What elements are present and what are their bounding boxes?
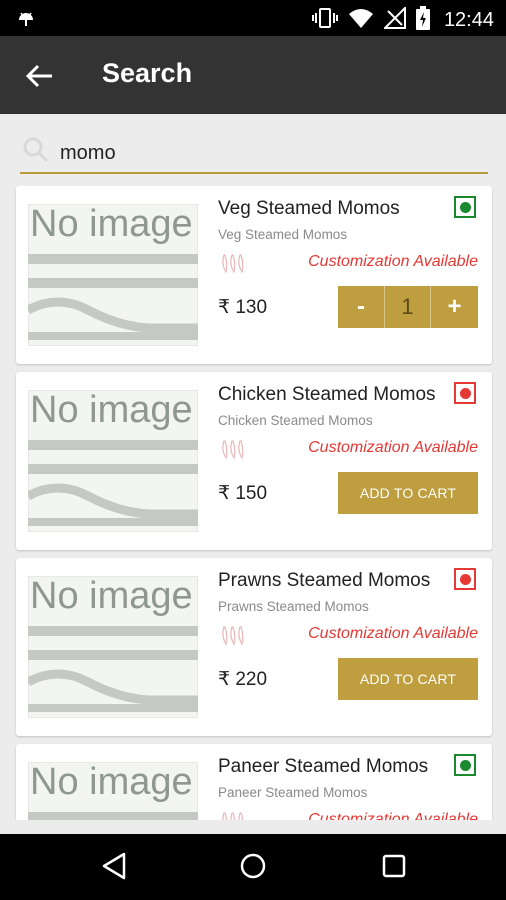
vibrate-icon <box>311 7 338 34</box>
chili-icon <box>220 438 248 465</box>
item-name: Chicken Steamed Momos <box>218 384 436 405</box>
item-price: ₹ 130 <box>218 297 268 318</box>
item-description: Chicken Steamed Momos <box>218 413 373 428</box>
add-to-cart-button[interactable]: ADD TO CART <box>338 472 478 514</box>
veg-indicator-icon <box>454 196 476 218</box>
customization-label[interactable]: Customization Available <box>308 439 478 457</box>
app-bar: Search <box>0 36 506 114</box>
no-image-text: No image <box>30 204 193 245</box>
no-image-text: No image <box>30 576 193 617</box>
chili-icon <box>220 624 248 651</box>
non-veg-indicator-icon <box>454 568 476 590</box>
chili-icon <box>220 252 248 279</box>
item-name: Prawns Steamed Momos <box>218 570 431 591</box>
item-image-placeholder: No image <box>25 389 199 533</box>
page-title: Search <box>102 58 193 88</box>
item-description: Paneer Steamed Momos <box>218 785 368 800</box>
home-circle-icon[interactable] <box>238 851 268 886</box>
item-name: Veg Steamed Momos <box>218 198 400 219</box>
recents-square-icon[interactable] <box>380 851 408 886</box>
status-bar: 12:44 <box>0 0 506 36</box>
veg-indicator-icon <box>454 754 476 776</box>
item-description: Prawns Steamed Momos <box>218 599 369 614</box>
no-image-text: No image <box>30 390 193 431</box>
list-item[interactable]: No image Prawns Steamed Momos Prawns Ste… <box>16 558 492 736</box>
decrease-quantity-button[interactable]: - <box>338 286 385 328</box>
customization-label[interactable]: Customization Available <box>308 811 478 820</box>
item-name: Paneer Steamed Momos <box>218 756 429 777</box>
search-input[interactable] <box>60 138 480 168</box>
clock-time: 12:44 <box>443 9 494 31</box>
chili-icon <box>220 810 248 820</box>
no-image-text: No image <box>30 762 193 803</box>
back-arrow-icon[interactable] <box>24 60 56 92</box>
search-bar <box>20 132 488 174</box>
item-image-placeholder: No image <box>27 761 199 820</box>
customization-label[interactable]: Customization Available <box>308 253 478 271</box>
signal-icon <box>382 5 406 34</box>
wifi-icon <box>348 7 374 34</box>
item-image-placeholder: No image <box>25 203 199 347</box>
android-icon <box>16 8 36 33</box>
quantity-value: 1 <box>385 286 431 328</box>
quantity-stepper: - 1 + <box>338 286 478 328</box>
item-price: ₹ 150 <box>218 483 268 504</box>
search-icon <box>22 136 50 169</box>
back-triangle-icon[interactable] <box>100 851 128 886</box>
system-nav-bar <box>0 834 506 900</box>
list-item[interactable]: No image Veg Steamed Momos Veg Steamed M… <box>16 186 492 364</box>
add-to-cart-button[interactable]: ADD TO CART <box>338 658 478 700</box>
increase-quantity-button[interactable]: + <box>431 286 478 328</box>
battery-charging-icon <box>415 6 430 35</box>
item-image-placeholder: No image <box>25 575 199 719</box>
non-veg-indicator-icon <box>454 382 476 404</box>
item-description: Veg Steamed Momos <box>218 227 348 242</box>
list-item[interactable]: No image Chicken Steamed Momos Chicken S… <box>16 372 492 550</box>
customization-label[interactable]: Customization Available <box>308 625 478 643</box>
results-list[interactable]: No image Veg Steamed Momos Veg Steamed M… <box>0 186 506 820</box>
item-price: ₹ 220 <box>218 669 268 690</box>
list-item[interactable]: No image Paneer Steamed Momos Paneer Ste… <box>16 744 492 820</box>
